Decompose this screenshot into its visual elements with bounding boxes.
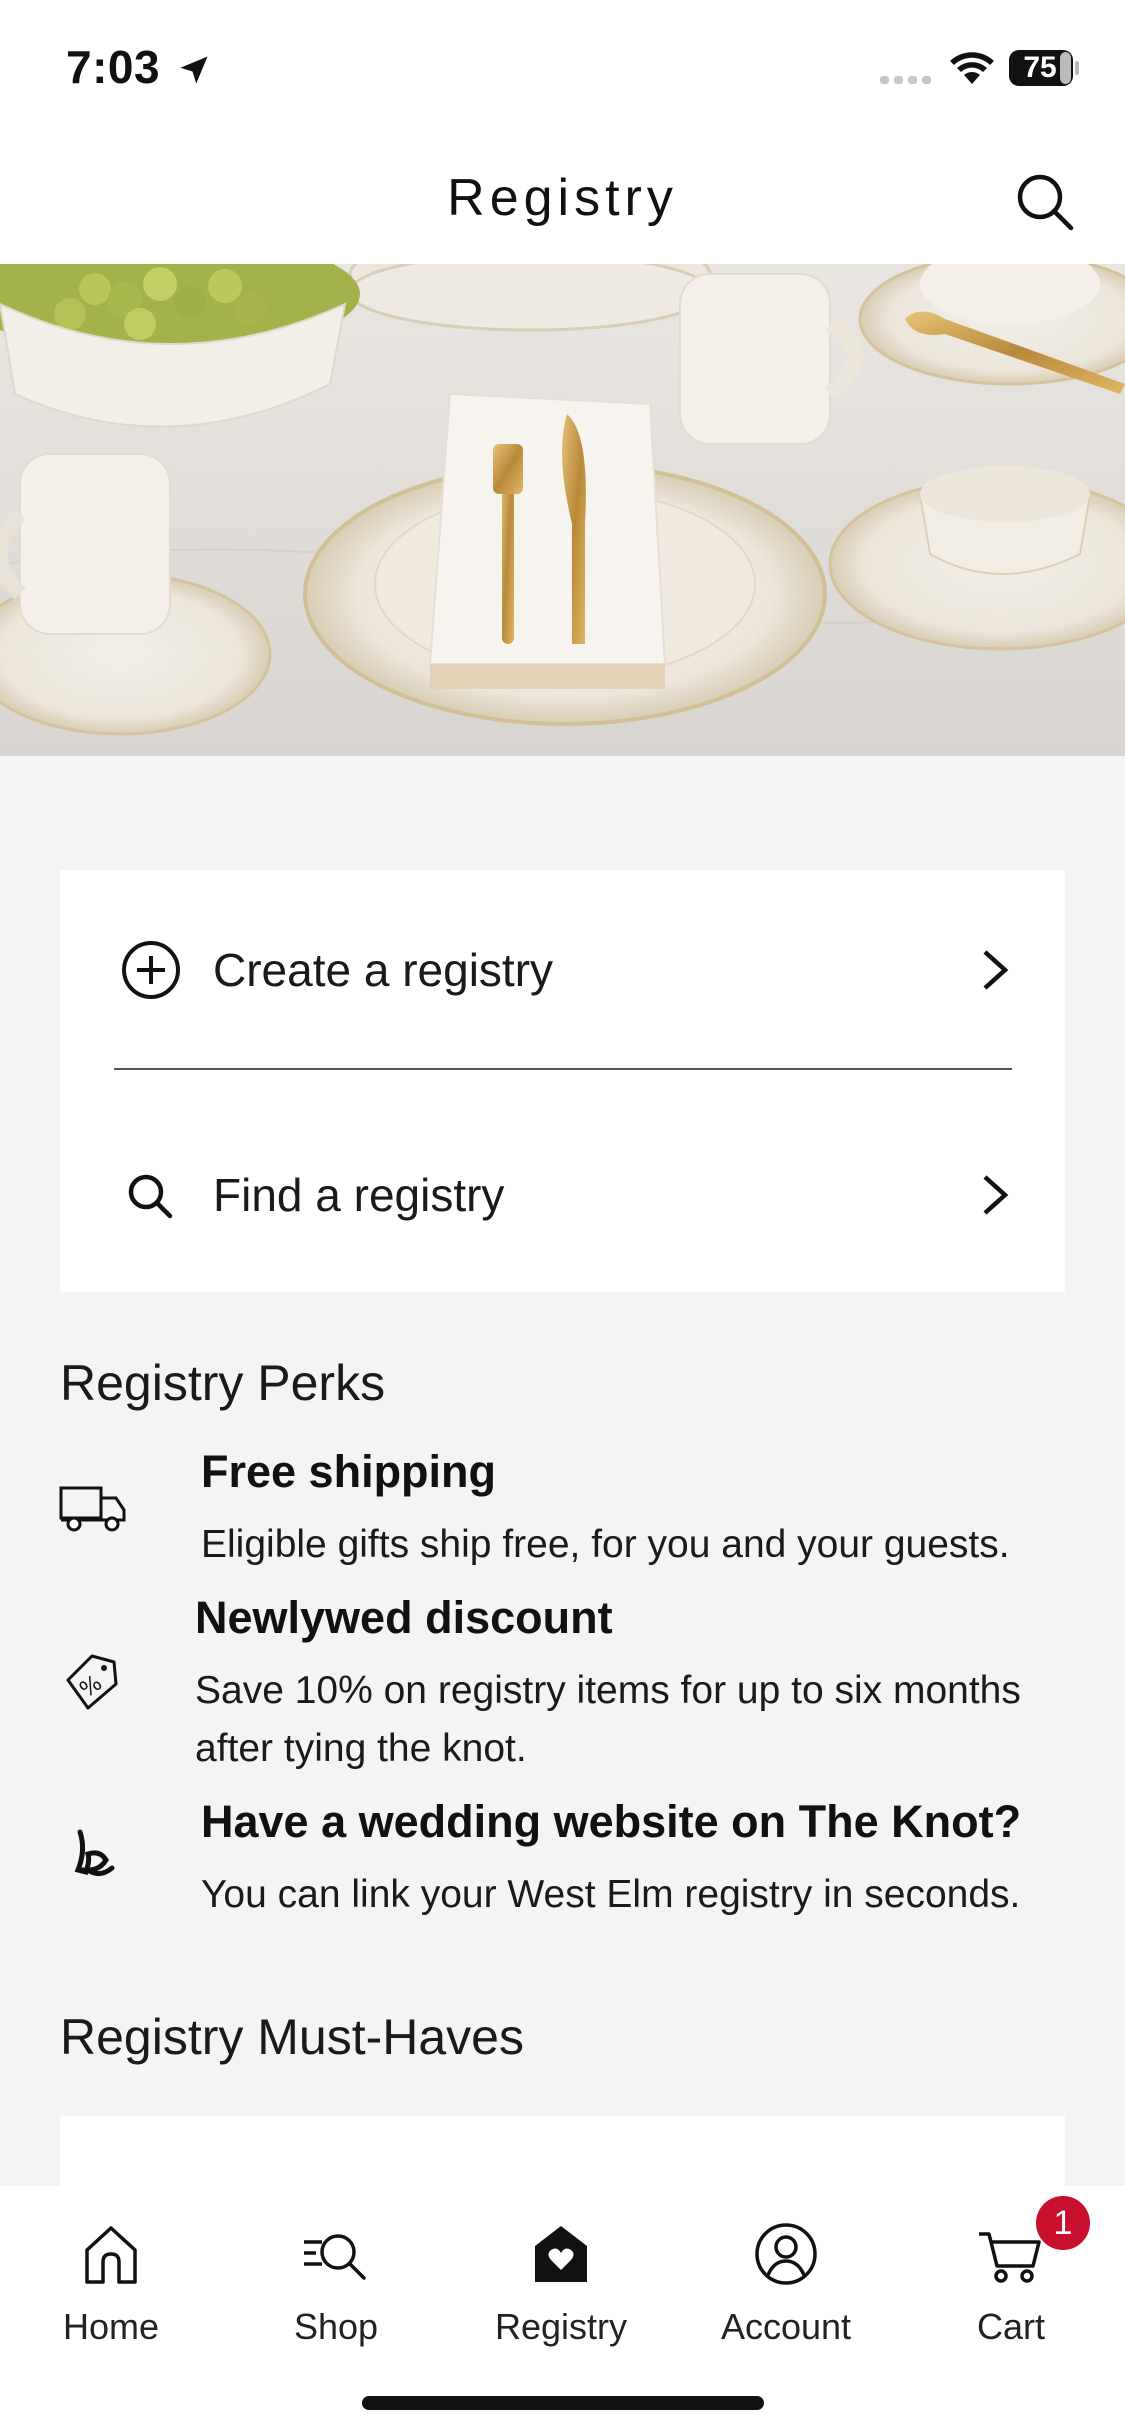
registry-actions-card: Create a registry Find a registry: [60, 870, 1065, 1292]
account-icon: [755, 2223, 817, 2285]
status-time: 7:03: [66, 41, 161, 93]
perks-title: Registry Perks: [60, 1355, 386, 1411]
truck-icon: [59, 1486, 126, 1532]
add-circle-icon: [122, 941, 180, 999]
status-bar: 7:03 75: [0, 0, 1125, 138]
tab-label: Shop: [293, 2306, 379, 2347]
perk-title: Have a wedding website on The Knot?: [201, 1796, 1022, 1847]
chevron-right-icon: [983, 950, 1009, 990]
page-title: Registry: [447, 169, 678, 227]
perk-title: Free shipping: [201, 1446, 497, 1497]
discount-tag-icon: %: [66, 1654, 118, 1710]
wifi-icon: [950, 52, 994, 84]
the-knot-icon: [74, 1829, 115, 1876]
cart-icon: [979, 2232, 1041, 2283]
app-header: Registry: [0, 138, 1125, 264]
find-registry-label: Find a registry: [213, 1169, 505, 1221]
create-registry-label: Create a registry: [213, 944, 554, 996]
location-arrow-icon: [180, 56, 208, 84]
tab-shop[interactable]: Shop: [236, 2206, 436, 2347]
tab-label: Home: [62, 2306, 160, 2347]
perk-title: Newlywed discount: [195, 1592, 613, 1643]
perk-text: Save 10% on registry items for up to six…: [195, 1669, 1021, 1770]
tab-label: Account: [720, 2306, 852, 2347]
home-indicator[interactable]: [362, 2396, 764, 2410]
search-icon[interactable]: [1013, 170, 1077, 234]
chevron-right-icon: [983, 1175, 1009, 1215]
cart-count-badge: 1: [1036, 2196, 1090, 2250]
find-registry-button[interactable]: Find a registry: [60, 1115, 1065, 1275]
shop-search-icon: [304, 2234, 366, 2280]
divider: [114, 1068, 1012, 1070]
tab-account[interactable]: Account: [686, 2206, 886, 2347]
search-icon: [128, 1174, 173, 1219]
perk-text: You can link your West Elm registry in s…: [201, 1873, 1021, 1916]
must-haves-title: Registry Must-Haves: [60, 2009, 524, 2065]
tab-label: Registry: [494, 2306, 628, 2347]
hero-image: [0, 264, 1125, 756]
perk-text: Eligible gifts ship free, for you and yo…: [201, 1523, 1010, 1566]
battery-level: 75: [1023, 51, 1057, 84]
registry-heart-icon: [535, 2226, 587, 2282]
tab-home[interactable]: Home: [11, 2206, 211, 2347]
tab-label: Cart: [976, 2306, 1045, 2347]
home-icon: [85, 2226, 137, 2284]
create-registry-button[interactable]: Create a registry: [60, 890, 1065, 1050]
tab-registry[interactable]: Registry: [461, 2206, 661, 2347]
cellular-signal-icon: [880, 76, 931, 84]
